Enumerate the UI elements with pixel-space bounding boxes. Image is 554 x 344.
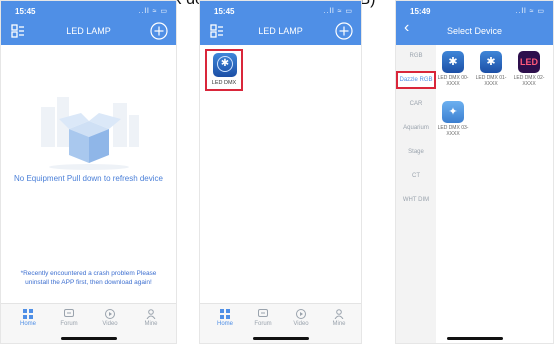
user-icon xyxy=(146,309,156,319)
tab-video[interactable]: Video xyxy=(286,309,316,327)
status-time: 15:49 xyxy=(410,7,431,16)
led-logo-icon: LED xyxy=(518,51,540,73)
phone-screen-select-device: 15:49 ..ll ≈ ▭ ‹ Select Device RGB Dazzl… xyxy=(395,0,554,344)
tab-label: Forum xyxy=(254,321,272,327)
category-aquarium[interactable]: Aquarium xyxy=(396,125,436,131)
category-car[interactable]: CAR xyxy=(396,101,436,107)
bluetooth-icon: ✱ xyxy=(213,53,237,77)
category-dazzle-rgb[interactable]: Dazzle RGB xyxy=(396,71,436,89)
phone-screen-empty: 15:45 ..ll ≈ ▭ LED LAMP No Equipment Pul… xyxy=(0,0,177,344)
device-label: LED DMX 00-XXXX xyxy=(437,75,469,87)
category-list: RGB Dazzle RGB CAR Aquarium Stage CT WHT… xyxy=(396,45,436,343)
tab-home[interactable]: Home xyxy=(210,309,240,327)
status-time: 15:45 xyxy=(214,7,235,16)
app-header: 15:49 ..ll ≈ ▭ ‹ Select Device xyxy=(396,1,553,45)
home-icon xyxy=(23,309,33,319)
tab-video[interactable]: Video xyxy=(95,309,125,327)
page-title: Select Device xyxy=(446,26,503,36)
device-label: LED DMX 02-XXXX xyxy=(513,75,545,87)
tab-label: Home xyxy=(19,321,36,327)
user-icon xyxy=(334,309,344,319)
add-device-icon[interactable] xyxy=(335,22,353,40)
home-indicator xyxy=(446,337,503,340)
bottom-tab-bar: Home Forum Video Mine xyxy=(1,303,176,343)
tab-label: Forum xyxy=(60,321,78,327)
home-icon xyxy=(220,309,230,319)
device-label: LED DMX 03-XXXX xyxy=(437,125,469,137)
add-device-icon[interactable] xyxy=(150,22,168,40)
phone-screen-device-added: 15:45 ..ll ≈ ▭ LED LAMP ✱ LED DMX Home F… xyxy=(199,0,362,344)
video-icon xyxy=(105,309,115,319)
forum-icon xyxy=(64,309,74,317)
bluetooth-icon: ✱ xyxy=(480,51,502,73)
device-card-led-dmx[interactable]: ✱ LED DMX xyxy=(205,49,243,91)
status-icons: ..ll ≈ ▭ xyxy=(515,8,545,15)
status-time: 15:45 xyxy=(15,7,36,16)
tab-label: Video xyxy=(102,321,118,327)
tab-forum[interactable]: Forum xyxy=(248,309,278,327)
category-rgb[interactable]: RGB xyxy=(396,53,436,59)
bluetooth-icon: ✱ xyxy=(442,51,464,73)
tab-forum[interactable]: Forum xyxy=(54,309,84,327)
device-label: LED DMX 01-XXXX xyxy=(475,75,507,87)
category-wht-dim[interactable]: WHT DIM xyxy=(396,197,436,203)
app-header: 15:45 ..ll ≈ ▭ LED LAMP xyxy=(200,1,361,45)
category-ct[interactable]: CT xyxy=(396,173,436,179)
crash-notice: *Recently encountered a crash problem Pl… xyxy=(20,270,157,286)
category-stage[interactable]: Stage xyxy=(396,149,436,155)
device-label: LED DMX xyxy=(211,80,237,86)
home-indicator xyxy=(252,337,309,340)
device-option-03[interactable]: ✦ LED DMX 03-XXXX xyxy=(438,101,468,145)
app-header: 15:45 ..ll ≈ ▭ LED LAMP xyxy=(1,1,176,45)
device-option-00[interactable]: ✱ LED DMX 00-XXXX xyxy=(438,51,468,95)
sparkle-icon: ✦ xyxy=(442,101,464,123)
empty-state-message: No Equipment Pull down to refresh device xyxy=(14,174,163,183)
tab-mine[interactable]: Mine xyxy=(136,309,166,327)
status-icons: ..ll ≈ ▭ xyxy=(138,8,168,15)
status-icons: ..ll ≈ ▭ xyxy=(323,8,353,15)
video-icon xyxy=(296,309,306,319)
tab-mine[interactable]: Mine xyxy=(324,309,354,327)
tab-label: Home xyxy=(216,321,233,327)
device-option-01[interactable]: ✱ LED DMX 01-XXXX xyxy=(476,51,506,95)
home-indicator xyxy=(60,337,117,340)
tab-label: Mine xyxy=(332,321,346,327)
empty-box-illustration xyxy=(41,97,139,170)
tab-home[interactable]: Home xyxy=(13,309,43,327)
bottom-tab-bar: Home Forum Video Mine xyxy=(200,303,361,343)
forum-icon xyxy=(258,309,268,317)
tab-label: Mine xyxy=(144,321,158,327)
device-option-02[interactable]: LED LED DMX 02-XXXX xyxy=(514,51,544,95)
tab-label: Video xyxy=(293,321,309,327)
